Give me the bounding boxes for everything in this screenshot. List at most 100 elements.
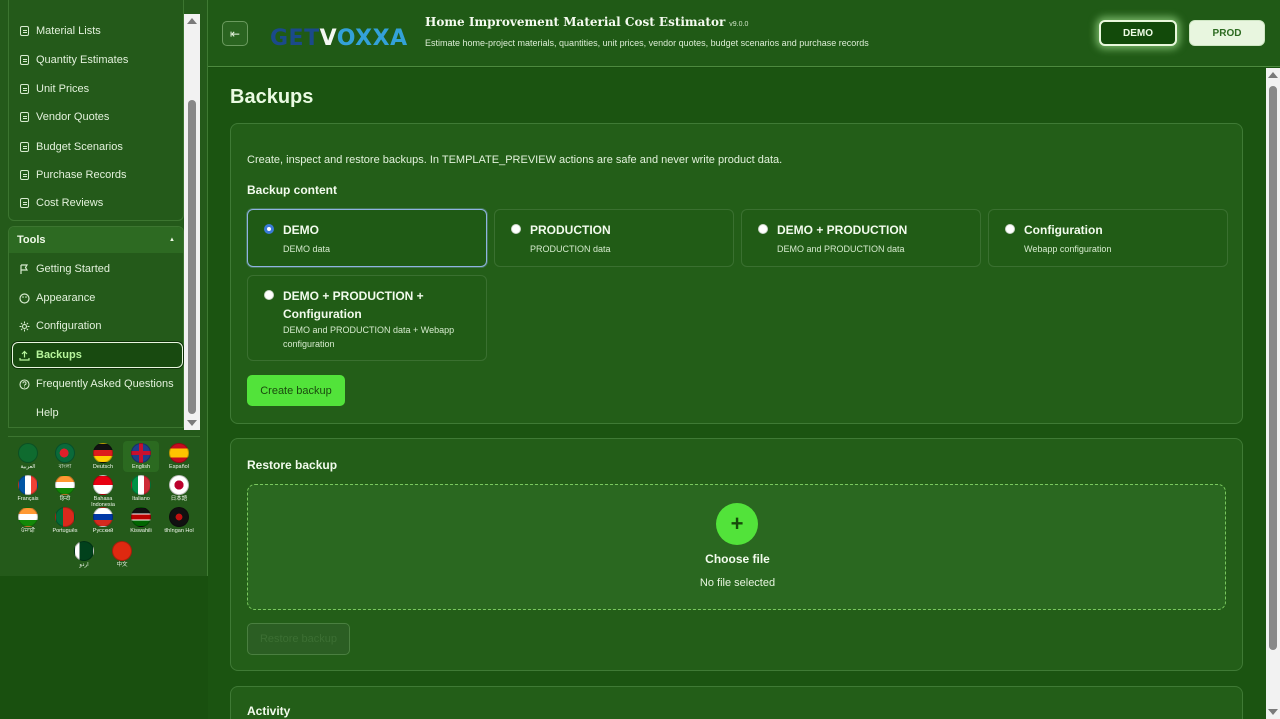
lang-german[interactable]: Deutsch — [85, 443, 121, 470]
plus-icon[interactable]: + — [716, 503, 758, 545]
lang-japanese[interactable]: 日本語 — [161, 475, 197, 502]
env-prod-button[interactable]: PROD — [1189, 20, 1265, 46]
help-circle-icon — [19, 378, 30, 390]
sidebar-item-appearance[interactable]: Appearance — [13, 285, 183, 311]
lang-swahili[interactable]: Kiswahili — [123, 507, 159, 534]
sidebar-item-label: Vendor Quotes — [36, 111, 110, 123]
flag-china-icon — [112, 541, 132, 561]
radio-button[interactable] — [264, 224, 274, 234]
lang-indonesian[interactable]: Bahasa Indonesia — [85, 475, 121, 508]
app-title: Home Improvement Material Cost Estimator… — [425, 15, 749, 29]
nav-group-tools: Tools ▲ Getting Started Appearance Confi… — [8, 226, 184, 428]
document-icon — [20, 198, 29, 208]
lang-english[interactable]: English — [123, 441, 159, 472]
app-subtitle: Estimate home-project materials, quantit… — [425, 38, 869, 48]
lang-spanish[interactable]: Español — [161, 443, 197, 470]
sidebar-item-vendor-quotes[interactable]: Vendor Quotes — [13, 104, 183, 130]
flag-icon — [19, 263, 30, 275]
flag-klingon-icon — [169, 507, 189, 527]
flag-germany-icon — [93, 443, 113, 463]
scroll-down-arrow[interactable] — [187, 420, 197, 426]
sidebar-nav: Material Lists Quantity Estimates Unit P… — [8, 0, 184, 428]
backup-content-label: Backup content — [247, 183, 338, 197]
sidebar-item-label: Appearance — [36, 292, 96, 304]
sidebar-item-budget-scenarios[interactable]: Budget Scenarios — [13, 134, 183, 160]
lang-arabic[interactable]: العربية — [10, 443, 46, 470]
document-icon — [20, 55, 29, 65]
option-demo-production[interactable]: DEMO + PRODUCTION DEMO and PRODUCTION da… — [741, 209, 981, 267]
flag-portugal-icon — [55, 507, 75, 527]
restore-backup-card: Restore backup + Choose file No file sel… — [230, 438, 1243, 671]
sidebar-item-label: Getting Started — [36, 263, 110, 275]
option-configuration[interactable]: Configuration Webapp configuration — [988, 209, 1228, 267]
document-icon — [20, 142, 29, 152]
sidebar-item-label: Cost Reviews — [36, 197, 104, 209]
lang-urdu[interactable]: اردو — [66, 541, 102, 568]
sidebar-scrollbar[interactable] — [184, 14, 200, 430]
document-icon — [20, 84, 29, 94]
document-icon — [20, 112, 29, 122]
sidebar-item-configuration[interactable]: Configuration — [13, 313, 183, 339]
create-backup-button[interactable]: Create backup — [247, 375, 345, 406]
sidebar-item-label: Configuration — [36, 320, 102, 332]
upload-icon — [19, 350, 30, 361]
option-demo[interactable]: DEMO DEMO data — [247, 209, 487, 267]
flag-kenya-icon — [131, 507, 151, 527]
nav-group-main: Material Lists Quantity Estimates Unit P… — [8, 0, 184, 221]
lang-russian[interactable]: Русский — [85, 507, 121, 534]
collapse-up-icon[interactable]: ▲ — [169, 237, 175, 243]
lang-italian[interactable]: Italiano — [123, 475, 159, 502]
scroll-up-arrow[interactable] — [1268, 72, 1278, 78]
language-selector: العربية বাংলা Deutsch English Español Fr… — [8, 436, 200, 568]
sidebar-item-label: Unit Prices — [36, 83, 90, 95]
document-icon — [20, 26, 29, 36]
sidebar-item-getting-started[interactable]: Getting Started — [13, 256, 183, 282]
main-scrollbar[interactable] — [1266, 68, 1280, 719]
env-demo-button[interactable]: DEMO — [1099, 20, 1177, 46]
sidebar-item-unit-prices[interactable]: Unit Prices — [13, 76, 183, 102]
app-logo: GETVOXXA — [270, 26, 408, 51]
sidebar-item-label: Material Lists — [36, 25, 101, 37]
flag-india-icon — [18, 507, 38, 527]
lang-bengali[interactable]: বাংলা — [47, 443, 83, 470]
app-header: ⇤ GETVOXXA Home Improvement Material Cos… — [208, 0, 1280, 67]
radio-button[interactable] — [758, 224, 768, 234]
sidebar-item-backups[interactable]: Backups — [12, 342, 183, 368]
radio-button[interactable] — [1005, 224, 1015, 234]
tools-title: Tools — [17, 234, 46, 246]
radio-button[interactable] — [264, 290, 274, 300]
lang-portuguese[interactable]: Português — [47, 507, 83, 534]
flag-france-icon — [18, 475, 38, 495]
lang-french[interactable]: Français — [10, 475, 46, 502]
flag-italy-icon — [131, 475, 151, 495]
flag-uk-icon — [131, 443, 151, 463]
radio-button[interactable] — [511, 224, 521, 234]
scroll-up-arrow[interactable] — [187, 18, 197, 24]
sidebar-toggle-button[interactable]: ⇤ — [222, 21, 248, 46]
collapse-left-icon: ⇤ — [229, 26, 241, 41]
sidebar-item-faq[interactable]: Frequently Asked Questions — [13, 371, 183, 397]
lang-klingon[interactable]: tlhIngan Hol — [161, 507, 197, 534]
scroll-thumb[interactable] — [1269, 86, 1277, 650]
option-production[interactable]: PRODUCTION PRODUCTION data — [494, 209, 734, 267]
file-dropzone[interactable]: + Choose file No file selected — [247, 484, 1226, 610]
sidebar-item-quantity-estimates[interactable]: Quantity Estimates — [13, 47, 183, 73]
document-icon — [20, 170, 29, 180]
sidebar-item-label: Backups — [36, 349, 82, 361]
scroll-thumb[interactable] — [188, 100, 196, 414]
no-file-text: No file selected — [699, 577, 776, 589]
restore-backup-button[interactable]: Restore backup — [247, 623, 350, 655]
app-version: v9.0.0 — [729, 21, 749, 28]
sidebar-item-material-lists[interactable]: Material Lists — [13, 18, 183, 44]
lang-hindi[interactable]: हिन्दी — [47, 475, 83, 502]
option-demo-production-configuration[interactable]: DEMO + PRODUCTION + Configuration DEMO a… — [247, 275, 487, 361]
sidebar-item-purchase-records[interactable]: Purchase Records — [13, 162, 183, 188]
lang-chinese[interactable]: 中文 — [104, 541, 140, 568]
restore-backup-label: Restore backup — [247, 458, 338, 472]
lang-punjabi[interactable]: ਪੰਜਾਬੀ — [10, 507, 46, 534]
scroll-down-arrow[interactable] — [1268, 709, 1278, 715]
sidebar-item-cost-reviews[interactable]: Cost Reviews — [13, 190, 183, 216]
choose-file-label[interactable]: Choose file — [248, 552, 1227, 566]
tools-header[interactable]: Tools ▲ — [9, 227, 183, 253]
sidebar-item-help[interactable]: Help — [13, 400, 183, 426]
